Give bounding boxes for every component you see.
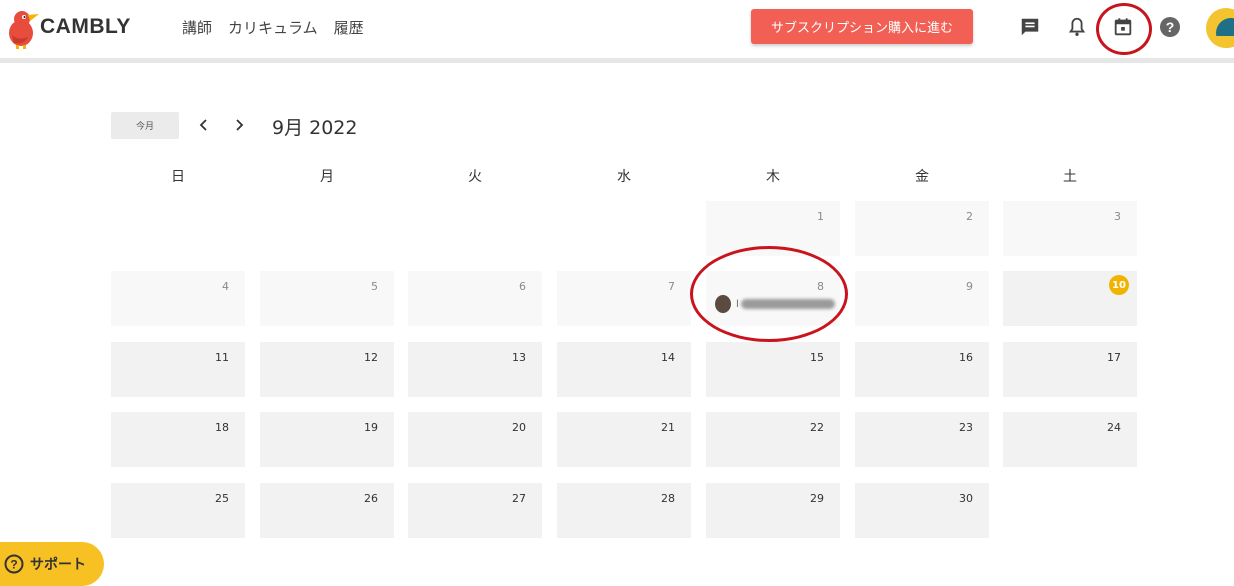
subscribe-button[interactable]: サブスクリプション購入に進む xyxy=(751,9,973,44)
weekday-thu: 木 xyxy=(766,169,780,185)
svg-text:?: ? xyxy=(1166,19,1175,35)
day-number: 3 xyxy=(1114,210,1121,223)
day-number: 19 xyxy=(364,421,378,434)
day-cell[interactable]: 13 xyxy=(408,342,542,397)
day-cell[interactable]: 14 xyxy=(557,342,691,397)
day-cell[interactable]: 10 xyxy=(1003,271,1137,326)
day-cell[interactable]: 5 xyxy=(260,271,394,326)
main-nav: 講師 カリキュラム 履歴 xyxy=(182,17,380,38)
day-number: 26 xyxy=(364,492,378,505)
redacted-name-blur xyxy=(741,299,835,309)
day-cell[interactable]: 25 xyxy=(111,483,245,538)
day-cell[interactable]: 26 xyxy=(260,483,394,538)
support-label: サポート xyxy=(30,557,86,573)
header-divider xyxy=(0,58,1234,63)
day-cell[interactable]: 30 xyxy=(855,483,989,538)
day-cell[interactable]: 15 xyxy=(706,342,840,397)
day-cell[interactable]: 2 xyxy=(855,201,989,256)
day-number: 11 xyxy=(215,351,229,364)
lesson-entry[interactable]: l xyxy=(715,295,835,313)
day-number: 2 xyxy=(966,210,973,223)
day-number: 14 xyxy=(661,351,675,364)
brand-name: CAMBLY xyxy=(40,15,131,38)
support-button[interactable]: ? サポート xyxy=(0,542,104,586)
day-number: 23 xyxy=(959,421,973,434)
nav-tutors[interactable]: 講師 xyxy=(182,17,212,38)
cambly-logo[interactable]: CAMBLY xyxy=(2,5,131,49)
day-number: 28 xyxy=(661,492,675,505)
weekday-mon: 月 xyxy=(320,169,334,185)
chevron-left-icon[interactable] xyxy=(193,114,215,136)
this-month-button[interactable]: 今月 xyxy=(111,112,179,139)
cambly-bird-icon xyxy=(9,11,39,49)
chat-icon[interactable] xyxy=(1017,14,1043,40)
day-number: 30 xyxy=(959,492,973,505)
day-number: 21 xyxy=(661,421,675,434)
day-number: 1 xyxy=(817,210,824,223)
day-number: 16 xyxy=(959,351,973,364)
day-number: 6 xyxy=(519,280,526,293)
day-number: 25 xyxy=(215,492,229,505)
day-number: 12 xyxy=(364,351,378,364)
day-cell[interactable]: 16 xyxy=(855,342,989,397)
day-cell[interactable]: 1 xyxy=(706,201,840,256)
nav-curriculum[interactable]: カリキュラム xyxy=(228,17,318,38)
weekday-sat: 土 xyxy=(1063,169,1077,185)
day-cell[interactable]: 17 xyxy=(1003,342,1137,397)
weekday-sun: 日 xyxy=(171,169,185,185)
day-cell[interactable]: 29 xyxy=(706,483,840,538)
day-cell[interactable]: 12 xyxy=(260,342,394,397)
day-number: 17 xyxy=(1107,351,1121,364)
user-avatar[interactable] xyxy=(1206,8,1234,48)
help-circle-icon: ? xyxy=(4,554,24,574)
weekday-fri: 金 xyxy=(915,169,929,185)
day-number: 5 xyxy=(371,280,378,293)
month-title: 9月 2022 xyxy=(272,117,358,139)
day-cell[interactable]: 3 xyxy=(1003,201,1137,256)
day-number: 22 xyxy=(810,421,824,434)
day-number: 24 xyxy=(1107,421,1121,434)
day-number: 20 xyxy=(512,421,526,434)
weekday-wed: 水 xyxy=(617,169,631,185)
tutor-name: l xyxy=(736,298,739,310)
calendar-icon[interactable] xyxy=(1110,14,1136,40)
day-number: 7 xyxy=(668,280,675,293)
day-cell[interactable]: 21 xyxy=(557,412,691,467)
day-number: 18 xyxy=(215,421,229,434)
day-number: 8 xyxy=(817,280,824,293)
weekday-tue: 火 xyxy=(468,169,482,185)
day-number: 15 xyxy=(810,351,824,364)
day-cell[interactable]: 24 xyxy=(1003,412,1137,467)
tutor-avatar xyxy=(715,295,731,313)
day-number: 13 xyxy=(512,351,526,364)
chevron-right-icon[interactable] xyxy=(228,114,250,136)
day-number: 29 xyxy=(810,492,824,505)
day-cell[interactable]: 11 xyxy=(111,342,245,397)
day-cell[interactable]: 9 xyxy=(855,271,989,326)
day-cell[interactable]: 27 xyxy=(408,483,542,538)
day-cell[interactable]: 22 xyxy=(706,412,840,467)
bell-icon[interactable] xyxy=(1064,14,1090,40)
day-cell[interactable]: 28 xyxy=(557,483,691,538)
day-cell[interactable]: 4 xyxy=(111,271,245,326)
day-cell[interactable]: 20 xyxy=(408,412,542,467)
day-cell[interactable]: 6 xyxy=(408,271,542,326)
svg-text:?: ? xyxy=(10,558,17,572)
nav-history[interactable]: 履歴 xyxy=(334,17,364,38)
today-badge: 10 xyxy=(1109,275,1129,295)
top-header: CAMBLY 講師 カリキュラム 履歴 サブスクリプション購入に進む ? xyxy=(0,0,1234,58)
day-cell[interactable]: 8l xyxy=(706,271,840,326)
help-icon[interactable]: ? xyxy=(1157,14,1183,40)
day-cell[interactable]: 7 xyxy=(557,271,691,326)
day-number: 4 xyxy=(222,280,229,293)
day-cell[interactable]: 23 xyxy=(855,412,989,467)
day-number: 27 xyxy=(512,492,526,505)
day-number: 9 xyxy=(966,280,973,293)
day-cell[interactable]: 19 xyxy=(260,412,394,467)
day-cell[interactable]: 18 xyxy=(111,412,245,467)
